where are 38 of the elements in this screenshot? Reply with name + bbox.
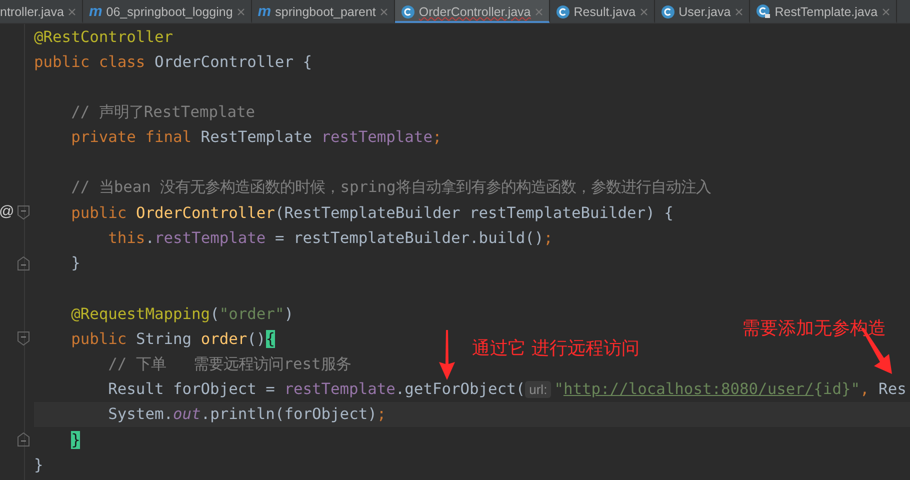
editor-tab[interactable]: OrderController.java — [394, 0, 550, 23]
close-icon[interactable] — [236, 8, 245, 16]
code-line: // 声明了RestTemplate — [70, 102, 256, 123]
annotation-text: 通过它 进行远程访问 — [472, 337, 640, 360]
code-line: this.restTemplate = restTemplateBuilder.build(); — [107, 229, 553, 248]
class-icon — [660, 4, 675, 18]
close-icon[interactable] — [640, 8, 648, 16]
class-icon — [556, 4, 570, 18]
code-line: } — [70, 254, 80, 272]
close-icon[interactable] — [68, 8, 76, 16]
code-line: Result forObject = restTemplate.getForObject( url: "http://localhost:8080/user/{id}", Res — [107, 380, 906, 398]
annotation-arrow — [437, 330, 457, 380]
code-line: public OrderController(RestTemplateBuilder restTemplateBuilder) { — [70, 204, 674, 222]
close-icon[interactable] — [380, 8, 388, 16]
code-line: } — [34, 456, 44, 474]
editor-tab[interactable]: ntroller.java — [0, 0, 83, 23]
close-icon[interactable] — [734, 8, 743, 16]
code-line: // 下单 需要远程访问rest服务 — [107, 354, 351, 375]
code-line: public class OrderController { — [34, 52, 312, 71]
class-icon — [756, 4, 771, 19]
code-line: public String order(){ — [70, 330, 275, 348]
class-icon — [400, 4, 415, 18]
code-line: System.out.println(forObject); — [107, 405, 386, 424]
close-icon[interactable] — [534, 8, 543, 16]
code-line: // 当bean 没有无参构造函数的时候，spring将自动拿到有参的构造函数，参数进行自动注入 — [70, 177, 711, 198]
module-icon: m — [88, 3, 102, 20]
fold-icon[interactable] — [17, 331, 30, 346]
fold-icon[interactable] — [17, 256, 30, 271]
fold-icon[interactable] — [17, 432, 30, 447]
close-icon[interactable] — [882, 8, 890, 16]
fold-icon[interactable] — [17, 205, 30, 220]
code-line: private final RestTemplate restTemplate; — [70, 128, 442, 146]
gutter-marker[interactable]: @ — [0, 203, 14, 220]
editor-tab[interactable]: User.java — [654, 0, 750, 23]
code-line: @RestController — [34, 28, 173, 46]
module-icon: m — [258, 3, 272, 20]
code-line: @RequestMapping("order") — [70, 304, 294, 323]
editor-tab[interactable]: RestTemplate.java — [750, 0, 897, 23]
